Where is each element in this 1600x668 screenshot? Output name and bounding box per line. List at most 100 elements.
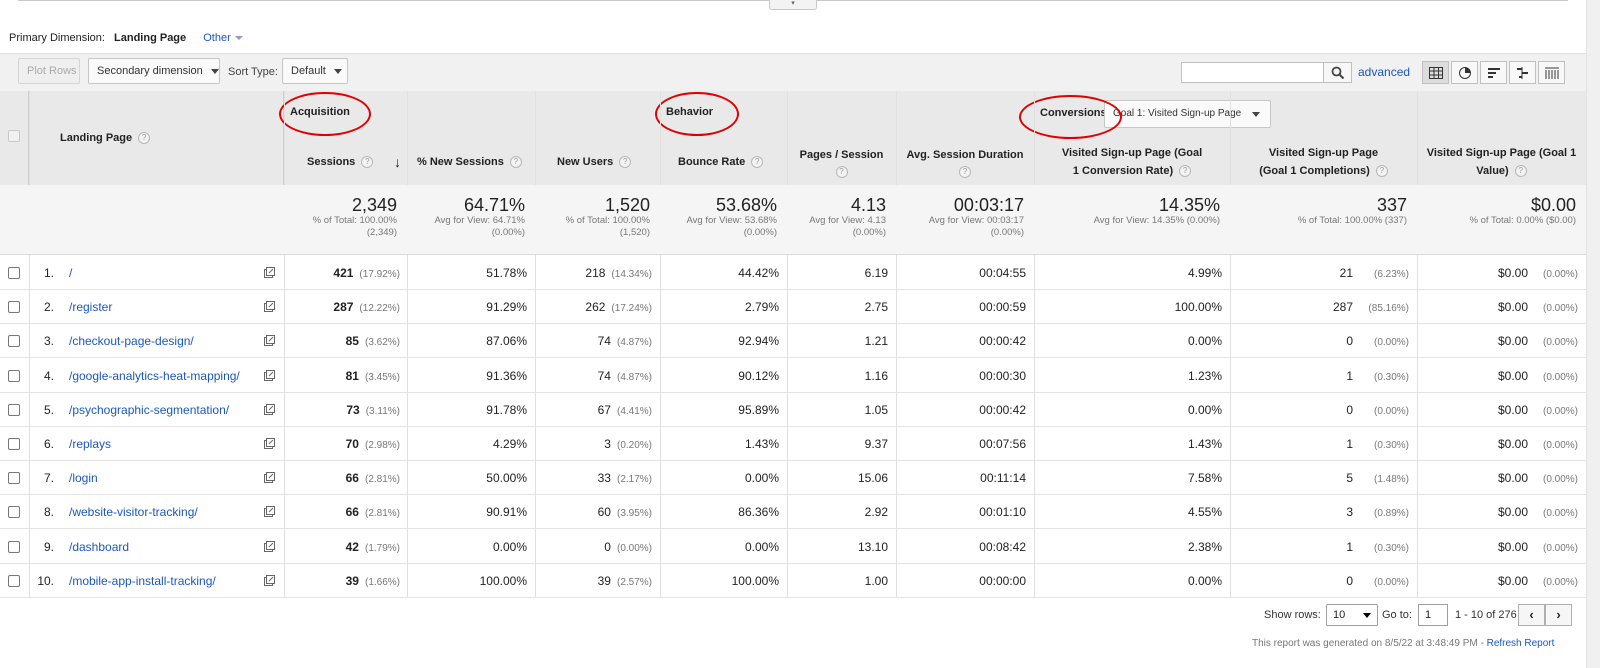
row-checkbox[interactable] bbox=[8, 301, 20, 314]
landing-page-link[interactable]: /register bbox=[69, 290, 112, 324]
table-row[interactable]: 5. /psychographic-segmentation/73 (3.11%) 9… bbox=[0, 393, 1586, 427]
sessions-column-header[interactable]: Sessions? ↓ bbox=[285, 139, 407, 185]
open-page-icon[interactable] bbox=[264, 369, 275, 384]
row-checkbox[interactable] bbox=[8, 438, 20, 450]
help-icon[interactable]: ? bbox=[361, 156, 374, 168]
bounce-rate-cell: 100.00% bbox=[731, 573, 779, 588]
open-page-icon[interactable] bbox=[264, 540, 275, 555]
table-row[interactable]: 6. /replays 70 (2.98%) 4.29% 3 (0.20%) 1.43% 9.3… bbox=[0, 427, 1586, 461]
row-checkbox[interactable] bbox=[8, 472, 20, 485]
open-page-icon[interactable] bbox=[264, 574, 275, 589]
page-scrollbar[interactable] bbox=[1586, 0, 1600, 668]
goal-selector-value: Goal 1: Visited Sign-up Page bbox=[1113, 108, 1242, 119]
chevron-down-icon bbox=[210, 68, 219, 74]
sort-descending-icon[interactable]: ↓ bbox=[394, 153, 401, 171]
search-button[interactable] bbox=[1323, 62, 1352, 83]
next-page-button[interactable]: › bbox=[1545, 604, 1572, 626]
sort-type-dropdown[interactable]: Default bbox=[282, 58, 348, 84]
landing-page-link[interactable]: /login bbox=[69, 461, 98, 495]
help-icon[interactable]: ? bbox=[1514, 165, 1527, 178]
other-dimension-dropdown[interactable]: Other bbox=[203, 32, 243, 44]
value-column-header[interactable]: Visited Sign-up Page (Goal 1 Value)? bbox=[1417, 139, 1586, 185]
open-page-icon[interactable] bbox=[264, 335, 275, 349]
prev-page-button[interactable]: ‹ bbox=[1518, 604, 1545, 626]
landing-page-link[interactable]: /checkout-page-design/ bbox=[69, 324, 194, 358]
table-row[interactable]: 7. /login 66 (2.81%) 50.00% 33 (2.17%) 0.00% 15.… bbox=[0, 461, 1586, 496]
help-icon[interactable]: ? bbox=[138, 132, 151, 144]
completions-column-header[interactable]: Visited Sign-up Page (Goal 1 Completions… bbox=[1230, 139, 1417, 185]
landing-page-column[interactable]: Landing Page? bbox=[52, 91, 158, 185]
landing-page-link[interactable]: /google-analytics-heat-mapping/ bbox=[69, 359, 240, 393]
help-icon[interactable]: ? bbox=[1375, 165, 1388, 178]
open-page-icon[interactable] bbox=[264, 267, 275, 281]
refresh-report-link[interactable]: Refresh Report bbox=[1487, 638, 1555, 649]
landing-page-link[interactable]: / bbox=[69, 256, 72, 290]
collapse-chart-toggle[interactable]: ▾ bbox=[769, 0, 817, 10]
table-row[interactable]: 8. /website-visitor-tracking/66 (2.81%) 90.… bbox=[0, 495, 1586, 530]
help-icon[interactable]: ? bbox=[835, 166, 848, 178]
help-icon[interactable]: ? bbox=[619, 156, 632, 168]
new-sessions-cell: 100.00% bbox=[479, 573, 527, 588]
conv-rate-column-header[interactable]: Visited Sign-up Page (Goal 1 Conversion … bbox=[1034, 139, 1230, 185]
avg-duration-column-header[interactable]: Avg. Session Duration? bbox=[896, 139, 1034, 185]
row-checkbox[interactable] bbox=[8, 403, 20, 416]
secondary-dimension-label: Secondary dimension bbox=[97, 65, 203, 77]
table-row[interactable]: 1. / 421 (17.92%) 51.78% 218 (14.34%) 44.42% 6.1… bbox=[0, 256, 1586, 290]
secondary-dimension-dropdown[interactable]: Secondary dimension bbox=[88, 58, 220, 84]
landing-page-link[interactable]: /replays bbox=[69, 427, 111, 461]
grid-view-button[interactable] bbox=[1422, 61, 1449, 84]
help-icon[interactable]: ? bbox=[1179, 165, 1192, 178]
completions-pct: (0.00%) bbox=[1373, 337, 1409, 349]
pages-session-cell: 1.05 bbox=[864, 402, 888, 417]
goal-selector-dropdown[interactable]: Goal 1: Visited Sign-up Page bbox=[1104, 100, 1271, 128]
landing-page-header[interactable]: Landing Page? bbox=[29, 91, 284, 185]
help-icon[interactable]: ? bbox=[509, 156, 522, 168]
bounce-rate-cell: 0.00% bbox=[744, 471, 779, 486]
sessions-pct: (3.45%) bbox=[364, 371, 400, 383]
total-conv-rate: 14.35% Avg for View: 14.35% (0.00%) bbox=[1034, 195, 1220, 227]
table-row[interactable]: 4. /google-analytics-heat-mapping/81 (3.45… bbox=[0, 359, 1586, 393]
goto-page-input[interactable]: 1 bbox=[1418, 604, 1448, 626]
table-row[interactable]: 9. /dashboard 42 (1.79%) 0.00% 0 (0.00%) 0.00% 1… bbox=[0, 530, 1586, 564]
landing-page-link[interactable]: /dashboard bbox=[69, 530, 129, 564]
landing-page-link[interactable]: /website-visitor-tracking/ bbox=[69, 495, 198, 529]
new-sessions-cell: 91.36% bbox=[486, 368, 527, 383]
table-search-input[interactable] bbox=[1181, 62, 1324, 83]
open-page-icon[interactable] bbox=[264, 506, 275, 520]
pie-view-button[interactable] bbox=[1451, 61, 1478, 84]
bounce-rate-cell: 44.42% bbox=[738, 266, 779, 280]
landing-page-link[interactable]: /mobile-app-install-tracking/ bbox=[69, 564, 216, 598]
bounce-rate-cell: 0.00% bbox=[744, 539, 779, 554]
row-checkbox[interactable] bbox=[8, 267, 20, 279]
comparison-view-button[interactable] bbox=[1509, 61, 1536, 84]
row-checkbox[interactable] bbox=[8, 369, 20, 382]
pages-session-column-header[interactable]: Pages / Session? bbox=[787, 139, 896, 185]
new-users-cell: 67 (4.41%) bbox=[535, 393, 652, 427]
select-all-checkbox[interactable] bbox=[8, 130, 20, 142]
row-checkbox[interactable] bbox=[8, 574, 20, 587]
table-row[interactable]: 2./register 287 (12.22%) 91.29% 262 (17.24%) 2… bbox=[0, 290, 1586, 325]
show-rows-select[interactable]: 10 bbox=[1326, 604, 1378, 626]
row-checkbox[interactable] bbox=[8, 540, 20, 553]
open-page-icon[interactable] bbox=[264, 438, 275, 452]
new-users-pct: (0.00%) bbox=[616, 542, 652, 554]
plot-rows-button[interactable]: Plot Rows bbox=[18, 58, 80, 84]
completions-header-label: Visited Sign-up Page (Goal 1 Completions… bbox=[1256, 144, 1391, 180]
open-page-icon[interactable] bbox=[264, 472, 275, 486]
table-header: Landing Page? Acquisition Behavior Conve… bbox=[0, 91, 1586, 185]
table-row[interactable]: 3. /checkout-page-design/85 (3.62%) 87.06% 7… bbox=[0, 324, 1586, 359]
new-users-column-header[interactable]: New Users? bbox=[535, 139, 660, 185]
new-sessions-column-header[interactable]: % New Sessions? bbox=[407, 139, 535, 185]
row-checkbox[interactable] bbox=[8, 506, 20, 519]
row-checkbox[interactable] bbox=[8, 335, 20, 348]
open-page-icon[interactable] bbox=[264, 403, 275, 418]
bar-view-button[interactable] bbox=[1480, 61, 1507, 84]
landing-page-link[interactable]: /psychographic-segmentation/ bbox=[69, 393, 229, 427]
table-row[interactable]: 10. /mobile-app-install-tracking/39 (1.66%… bbox=[0, 564, 1586, 598]
bounce-rate-column-header[interactable]: Bounce Rate? bbox=[660, 139, 787, 185]
help-icon[interactable]: ? bbox=[751, 156, 764, 168]
advanced-filter-link[interactable]: advanced bbox=[1358, 65, 1410, 79]
open-page-icon[interactable] bbox=[264, 301, 275, 315]
pivot-view-button[interactable] bbox=[1538, 61, 1565, 84]
help-icon[interactable]: ? bbox=[959, 166, 971, 178]
